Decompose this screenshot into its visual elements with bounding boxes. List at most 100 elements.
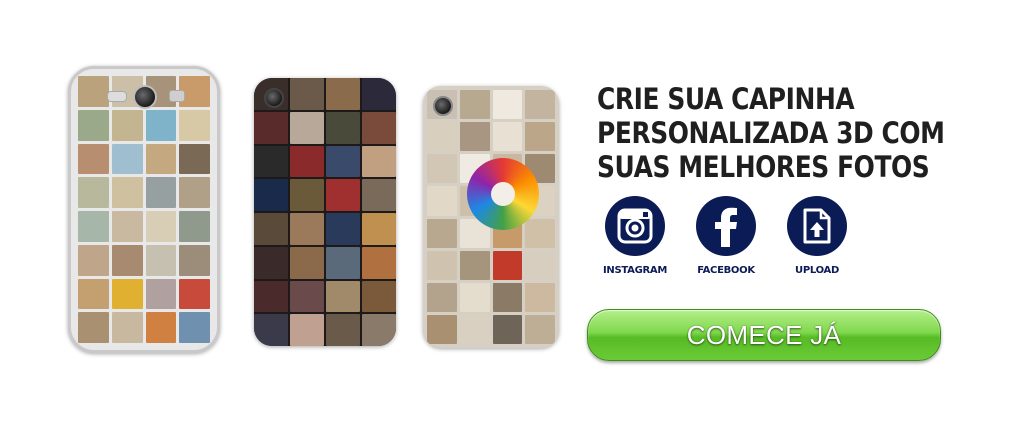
photo-tile <box>145 177 177 208</box>
camera-lens-icon <box>433 96 453 116</box>
photo-tile <box>326 111 360 144</box>
photo-tile <box>492 122 523 152</box>
photo-tile <box>290 111 324 144</box>
photo-tile <box>427 282 457 312</box>
photo-tile <box>254 179 288 211</box>
photo-tile <box>111 278 143 310</box>
facebook-label: FACEBOOK <box>697 265 755 276</box>
photo-tile <box>179 211 210 242</box>
instagram-icon[interactable] <box>605 196 665 256</box>
start-button[interactable]: COMECE JÁ <box>587 309 941 361</box>
photo-tile <box>254 111 288 144</box>
photo-tile <box>326 213 360 245</box>
photo-tile <box>145 143 177 175</box>
upload-label: UPLOAD <box>795 265 839 276</box>
photo-tile <box>111 244 143 276</box>
headline-line-3: SUAS MELHORES FOTOS <box>597 150 930 184</box>
photo-tile <box>525 282 555 312</box>
photo-tile <box>111 211 143 242</box>
photo-tile <box>78 211 109 242</box>
photo-tile <box>179 278 210 310</box>
photo-tile <box>525 218 555 248</box>
photo-tile <box>78 244 109 276</box>
photo-tile <box>362 145 396 178</box>
photo-tile <box>427 122 457 152</box>
photo-source-options: INSTAGRAM FACEBOOK UPLOAD <box>600 196 852 276</box>
photo-tile <box>145 244 177 276</box>
photo-tile <box>362 111 396 144</box>
start-button-label: COMECE JÁ <box>686 319 842 350</box>
photo-tile <box>492 314 523 344</box>
headline: CRIE SUA CAPINHA PERSONALIZADA 3D COM SU… <box>597 82 950 184</box>
photo-tile <box>427 154 457 184</box>
photo-tile <box>525 90 555 120</box>
photo-tile <box>145 278 177 310</box>
photo-tile <box>179 109 210 141</box>
photo-tile <box>427 186 457 216</box>
upload-source-button[interactable]: UPLOAD <box>782 196 852 276</box>
color-wheel-image <box>467 158 539 230</box>
facebook-icon[interactable] <box>696 196 756 256</box>
photo-tile <box>525 314 555 344</box>
photo-tile <box>290 314 324 346</box>
photo-tile <box>492 250 523 280</box>
photo-tile <box>326 78 360 110</box>
photo-tile <box>78 76 109 107</box>
photo-tile <box>459 90 490 120</box>
phone-case-galaxy <box>68 66 220 353</box>
photo-tile <box>290 213 324 245</box>
photo-tile <box>525 122 555 152</box>
photo-tile <box>78 109 109 141</box>
photo-tile <box>111 143 143 175</box>
photo-tile <box>326 246 360 279</box>
photo-tile <box>326 314 360 346</box>
photo-tile <box>254 314 288 346</box>
instagram-source-button[interactable]: INSTAGRAM <box>600 196 670 276</box>
photo-tile <box>427 250 457 280</box>
photo-tile <box>362 314 396 346</box>
photo-tile <box>362 78 396 110</box>
photo-tile <box>290 179 324 211</box>
photo-tile <box>111 312 143 343</box>
photo-tile <box>179 177 210 208</box>
photo-tile <box>459 250 490 280</box>
photo-tile <box>145 109 177 141</box>
flash-icon <box>107 91 127 102</box>
photo-tile <box>362 213 396 245</box>
headline-line-2: PERSONALIZADA 3D COM <box>597 116 945 150</box>
photo-tile <box>290 280 324 313</box>
photo-tile <box>362 246 396 279</box>
photo-tile <box>254 213 288 245</box>
photo-tile <box>111 109 143 141</box>
galaxy-photo-grid <box>78 76 210 343</box>
photo-tile <box>145 211 177 242</box>
photo-tile <box>290 145 324 178</box>
photo-tile <box>427 218 457 248</box>
photo-tile <box>290 78 324 110</box>
photo-tile <box>492 90 523 120</box>
photo-tile <box>427 314 457 344</box>
photo-tile <box>326 145 360 178</box>
photo-tile <box>326 280 360 313</box>
photo-tile <box>145 312 177 343</box>
headline-line-1: CRIE SUA CAPINHA <box>597 82 855 116</box>
photo-tile <box>78 312 109 343</box>
photo-tile <box>179 312 210 343</box>
photo-tile <box>326 179 360 211</box>
camera-lens-icon <box>133 85 157 109</box>
photo-tile <box>254 246 288 279</box>
photo-tile <box>459 282 490 312</box>
photo-tile <box>525 250 555 280</box>
phone-case-iphone-light <box>423 86 559 348</box>
dark-photo-grid <box>254 78 396 346</box>
photo-tile <box>78 177 109 208</box>
facebook-source-button[interactable]: FACEBOOK <box>691 196 761 276</box>
camera-lens-icon <box>264 88 284 108</box>
photo-tile <box>179 244 210 276</box>
photo-tile <box>179 143 210 175</box>
photo-tile <box>362 179 396 211</box>
speaker-icon <box>169 90 185 102</box>
photo-tile <box>78 143 109 175</box>
photo-tile <box>254 145 288 178</box>
upload-icon[interactable] <box>787 196 847 256</box>
